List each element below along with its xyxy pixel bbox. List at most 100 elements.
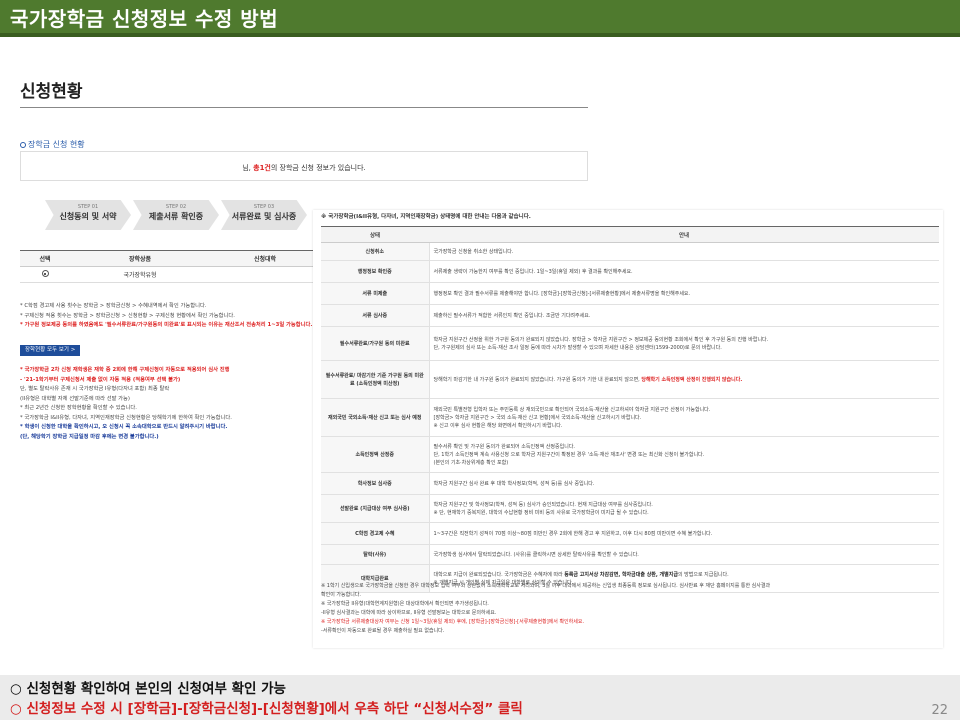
table-row: 신청취소 국가장학금 신청을 취소한 상태입니다. — [321, 242, 939, 261]
table-row: 서류 심사중 제출하신 필수서류가 적합한 서류인지 확인 중입니다. 조금만 … — [321, 304, 939, 327]
left-note: * 학생이 신청한 대학을 확인하시고, 오 신청시 꼭 소속대학으로 반드시 … — [20, 424, 228, 430]
step-2: STEP 02 제출서류 확인중 — [133, 200, 219, 230]
title-bar: 국가장학금 신청정보 수정 방법 — [0, 0, 960, 37]
summary-line-1: ○ 신청현황 확인하여 본인의 신청여부 확인 가능 — [10, 681, 286, 697]
selection-table: 선택 장학상품 신청대학 국가장학유형 — [20, 250, 320, 283]
desc-line: 학자금 지원구간 및 학사정보(학적, 성적 등) 심사가 승인되었습니다. 현… — [433, 501, 653, 508]
desc-line: ※ 신고 이후 심사 현황은 해당 화면에서 확인하시기 바랍니다. — [433, 422, 563, 429]
page-number: 22 — [931, 703, 948, 718]
left-note: * 구제신청 적용 횟수는 장학금 > 장학금신청 > 신청현황 > 구제신청 … — [20, 312, 235, 319]
left-note: * 국가장학금 2차 신청 재학생은 재학 중 2회에 한해 구제신청이 자동으… — [20, 367, 230, 373]
table-row: 선발완료 (지급대상 여부 심사중) 학자금 지원구간 및 학사정보(학적, 성… — [321, 494, 939, 523]
left-note: * 최근 2년간 신청한 장학현황을 확인할 수 있습니다. — [20, 405, 137, 411]
overlay-note: ※ 국가장학금 II유형(대학연계지원형)은 대상대학에서 확인되면 추가생성됩… — [321, 601, 489, 607]
university-cell — [210, 266, 320, 283]
state-cell: 소득인정액 산정중 — [321, 436, 430, 473]
radio-button[interactable] — [41, 270, 49, 277]
desc-line: 대학으로 지급이 완료되었습니다. 국가장학금은 수혜자에 따라 등록금 고지서… — [434, 571, 936, 579]
left-note: 단, 별도 탈락사유 존재 시 국가장학금 I유형(다자녀 포함) 최종 탈락 — [20, 386, 170, 392]
step-3-num: STEP 03 — [253, 204, 275, 210]
circle-bullet-icon — [20, 141, 26, 148]
state-cell: 필수서류완료/가구원 동의 미완료 — [321, 326, 430, 361]
step-1: STEP 01 신청동의 및 서약 — [45, 200, 131, 230]
left-notes: * C학점 경고제 사용 횟수는 장학금 > 장학금신청 > 수혜내역에서 확인… — [20, 302, 320, 442]
table-row: 서류 미제출 행정정보 확인 결과 필수서류를 제출해야만 합니다. [장학금]… — [321, 282, 939, 305]
col-university: 신청대학 — [210, 250, 320, 267]
step-3: STEP 03 서류완료 및 심사중 — [221, 200, 307, 230]
overlay-note: 확인이 가능합니다. — [321, 592, 361, 598]
step-3-label: 서류완료 및 심사중 — [231, 212, 297, 221]
table-row: 국가장학유형 — [20, 266, 320, 283]
heading-divider — [20, 107, 588, 108]
table-row: 탈락(사유) 국가장학생 심사에서 탈락되었습니다. (사유)를 클릭하시면 상… — [321, 544, 939, 565]
notice-suffix: 의 장학금 신청 정보가 있습니다. — [270, 164, 366, 172]
left-red-note: * 가구원 정보제공 동의를 하였음에도 '필수서류완료/가구원동의 미완료'로… — [20, 322, 313, 328]
overlay-notes: ※ 1학기 신입생으로 국가장학금을 신청한 경우 대학정보 입력 여부와 상관… — [321, 582, 939, 636]
overlay-note: -II유형 심사결과는 대학에 따라 상이하므로, II유형 선발정보는 대학으… — [321, 610, 497, 616]
desc-cell: 제출하신 필수서류가 적합한 서류인지 확인 중입니다. 조금만 기다려주세요. — [429, 304, 939, 327]
desc-after-text: 의 방법으로 지급됩니다. — [677, 571, 729, 578]
state-cell: 학사정보 심사중 — [321, 472, 430, 495]
state-cell: 서류 심사중 — [321, 304, 430, 327]
col-select: 선택 — [20, 250, 70, 267]
table-row: 필수서류완료/ 마감기한 기준 가구원 동의 미완료 (소득인정액 미산정) 당… — [321, 360, 939, 399]
step-1-num: STEP 01 — [77, 204, 99, 210]
state-cell: 탈락(사유) — [321, 544, 430, 565]
desc-cell: 당해학기 마감기한 내 가구원 동의가 완료되지 않았습니다. 가구원 동의가 … — [429, 360, 939, 399]
desc-line: 단, 1학기 소득인정액 계속 사용신청 으로 학자금 지원구간이 확정된 경우… — [433, 451, 705, 458]
notice-box: 님, 총1건의 장학금 신청 정보가 있습니다. — [20, 151, 588, 181]
desc-cell: 서류제출 생략이 가능한지 여부를 확인 중입니다. 1일~3일(휴일 제외) … — [429, 260, 939, 283]
desc-line: 재외국민 특별전형 입학자 또는 주민등록 상 재외국민으로 확인되어 국외소득… — [433, 406, 711, 413]
page-heading: 신청현황 — [20, 82, 83, 102]
desc-cell: 학자금 지원구간 심사 완료 후 대학 학사정보(학적, 성적 등)를 심사 중… — [429, 472, 939, 495]
desc-red-text: 당해학기 소득인정액 산정이 진행되지 않습니다. — [641, 376, 743, 383]
product-cell: 국가장학유형 — [70, 266, 210, 283]
select-cell[interactable] — [20, 266, 70, 283]
left-note: (단, 해당학기 장학금 지급일정 마감 후에는 변경 불가합니다.) — [20, 433, 159, 440]
state-cell: 신청취소 — [321, 242, 430, 261]
summary-line-2: ○ 신청정보 수정 시 [장학금]-[장학금신청]-[신청현황]에서 우측 하단… — [10, 701, 523, 717]
left-note: (II유형은 대학별 자체 선발기준에 따라 선발 가능) — [20, 395, 130, 402]
slide-title: 국가장학금 신청정보 수정 방법 — [10, 7, 279, 31]
step-2-num: STEP 02 — [165, 204, 187, 210]
desc-cell: 학자금 지원구간 산정을 위한 가구원 동의가 완료되지 않았습니다. 장학금 … — [429, 326, 939, 361]
desc-cell: 1~3구간은 직전학기 성적이 70점 이상~80점 미만인 경우 2회에 한해… — [429, 522, 939, 545]
notice-count: 총1건 — [253, 164, 271, 172]
sub-link-label: 장학금 신청 현황 — [28, 140, 85, 149]
view-all-button[interactable]: 장학현황 모두 보기 > — [20, 344, 81, 356]
left-note: * C학점 경고제 사용 횟수는 장학금 > 장학금신청 > 수혜내역에서 확인… — [20, 303, 207, 309]
notice-prefix: 님, — [242, 164, 254, 172]
table-row: 학사정보 심사중 학자금 지원구간 심사 완료 후 대학 학사정보(학적, 성적… — [321, 472, 939, 495]
table-row: 행정정보 확인중 서류제출 생략이 가능한지 여부를 확인 중입니다. 1일~3… — [321, 260, 939, 283]
table-row: 필수서류완료/가구원 동의 미완료 학자금 지원구간 산정을 위한 가구원 동의… — [321, 326, 939, 361]
overlay-note: ※ 국가장학금 서류제출대상자 여부는 신청 1일~3일(휴일 제외) 후에, … — [321, 619, 585, 625]
desc-cell: 필수서류 확인 및 가구원 동의가 완료되어 소득인정액 산정중입니다. 단, … — [429, 436, 939, 473]
desc-cell: 재외국민 특별전형 입학자 또는 주민등록 상 재외국민으로 확인되어 국외소득… — [429, 398, 939, 437]
state-cell: 재외국민 국외소득·재산 신고 또는 심사 예정 — [321, 398, 430, 437]
overlay-title: ※ 국가장학금(I&II유형, 다자녀, 지역인재장학금) 상태명에 대한 안내… — [321, 214, 531, 220]
step-1-label: 신청동의 및 서약 — [59, 212, 117, 221]
desc-text: 당해학기 마감기한 내 가구원 동의가 완료되지 않았습니다. 가구원 동의가 … — [433, 376, 642, 383]
left-note: - '21-1학기부터 구제신청서 제출 없이 자동 적용 (적용여부 선택 불… — [20, 376, 181, 383]
desc-cell: 학자금 지원구간 및 학사정보(학적, 성적 등) 심사가 승인되었습니다. 현… — [429, 494, 939, 523]
col-product: 장학상품 — [70, 250, 210, 267]
desc-text: 대학으로 지급이 완료되었습니다. 국가장학금은 수혜자에 따라 — [433, 571, 565, 578]
state-cell: 선발완료 (지급대상 여부 심사중) — [321, 494, 430, 523]
desc-line: 필수서류 확인 및 가구원 동의가 완료되어 소득인정액 산정중입니다. — [433, 443, 576, 450]
state-cell: C학점 경고제 수혜 — [321, 522, 430, 545]
table-row: C학점 경고제 수혜 1~3구간은 직전학기 성적이 70점 이상~80점 미만… — [321, 522, 939, 545]
desc-line: [장학금> 학자금 지원구간 > 국외 소득·재산 신고 현황]에서 국외소득·… — [433, 414, 642, 421]
overlay-note: ※ 1학기 신입생으로 국가장학금을 신청한 경우 대학정보 입력 여부와 상관… — [321, 583, 771, 589]
application-status-link[interactable]: 장학금 신청 현황 — [20, 139, 85, 150]
left-note: * 국가장학금 I&II유형, 다자녀, 지역인재장학금 신청현황은 당해학기에… — [20, 414, 232, 421]
col-guide: 안내 — [429, 226, 939, 243]
status-table: 상태 안내 신청취소 국가장학금 신청을 취소한 상태입니다. 행정정보 확인중… — [321, 226, 939, 593]
title-bar-accent — [0, 33, 960, 37]
table-row: 재외국민 국외소득·재산 신고 또는 심사 예정 재외국민 특별전형 입학자 또… — [321, 398, 939, 437]
state-cell: 서류 미제출 — [321, 282, 430, 305]
slide: 국가장학금 신청정보 수정 방법 신청현황 장학금 신청 현황 님, 총1건의 … — [0, 0, 960, 720]
desc-cell: 행정정보 확인 결과 필수서류를 제출해야만 합니다. [장학금]-[장학금신청… — [429, 282, 939, 305]
table-row: 소득인정액 산정중 필수서류 확인 및 가구원 동의가 완료되어 소득인정액 산… — [321, 436, 939, 473]
step-2-label: 제출서류 확인중 — [148, 212, 204, 221]
desc-cell: 국가장학금 신청을 취소한 상태입니다. — [429, 242, 939, 261]
